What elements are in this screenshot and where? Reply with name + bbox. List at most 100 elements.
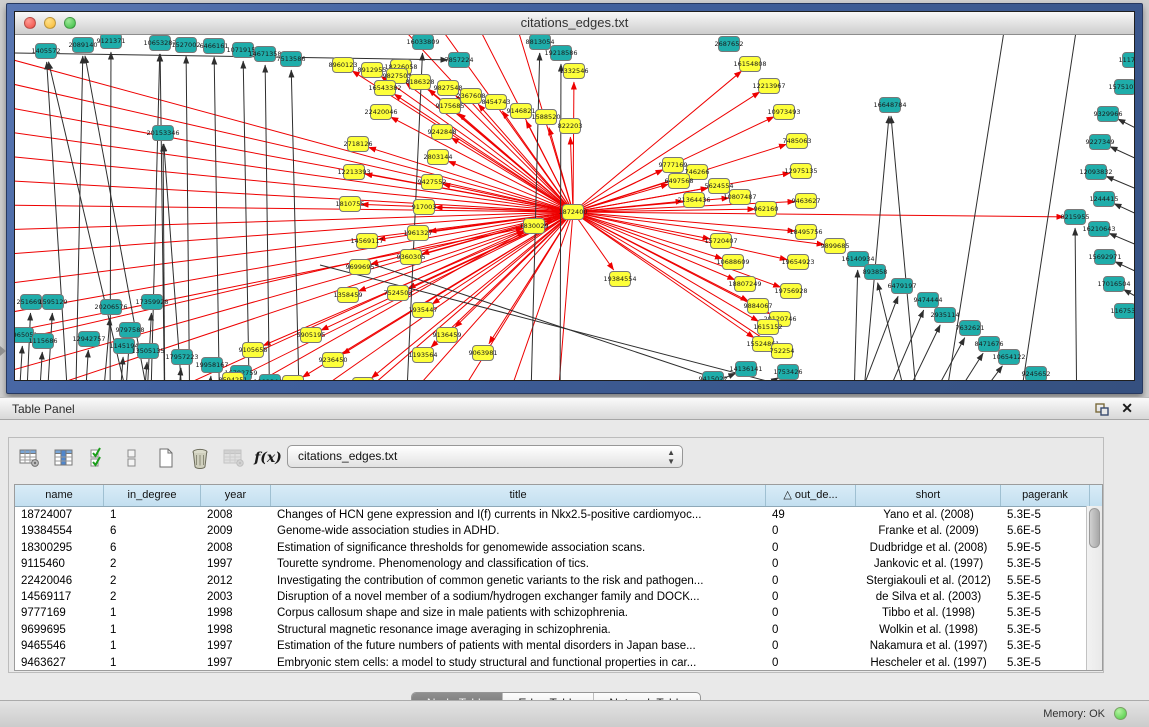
graph-node[interactable]: 9236450 bbox=[319, 353, 348, 368]
column-header-title[interactable]: title bbox=[271, 485, 766, 506]
unselect-all-columns-button[interactable] bbox=[117, 444, 147, 472]
graph-node[interactable]: 7524502 bbox=[384, 286, 413, 301]
graph-node[interactable]: 1117544 bbox=[1119, 53, 1134, 68]
graph-node[interactable]: 1872400 bbox=[559, 205, 588, 220]
graph-node[interactable]: 9884067 bbox=[744, 299, 773, 314]
graph-node[interactable]: 1358459 bbox=[334, 288, 363, 303]
graph-node[interactable]: 9329966 bbox=[1094, 107, 1123, 122]
graph-node[interactable]: 8186328 bbox=[406, 75, 435, 90]
table-mode-button[interactable] bbox=[15, 444, 45, 472]
graph-node[interactable]: 9245652 bbox=[1022, 367, 1051, 381]
table-row[interactable]: 946554611997Estimation of the future num… bbox=[15, 638, 1102, 654]
graph-node[interactable]: 7857224 bbox=[445, 53, 474, 68]
graph-node[interactable]: 9360305 bbox=[397, 250, 426, 265]
graph-node[interactable]: 1810755 bbox=[336, 197, 365, 212]
graph-node[interactable]: 962160 bbox=[754, 202, 779, 217]
table-row[interactable]: 1830029562008Estimation of significance … bbox=[15, 540, 1102, 556]
graph-node[interactable]: 5624554 bbox=[705, 179, 734, 194]
graph-node[interactable]: 2687652 bbox=[715, 37, 744, 52]
graph-node[interactable]: 917003 bbox=[412, 200, 437, 215]
graph-node[interactable]: 17016504 bbox=[1097, 277, 1130, 292]
window-titlebar[interactable]: citations_edges.txt bbox=[15, 12, 1134, 35]
graph-node[interactable]: 16154808 bbox=[733, 57, 766, 72]
table-row[interactable]: 1938455462009Genome-wide association stu… bbox=[15, 523, 1102, 539]
graph-node[interactable]: 893858 bbox=[863, 265, 888, 280]
graph-node[interactable]: 1753426 bbox=[774, 365, 803, 380]
column-header-in_degree[interactable]: in_degree bbox=[104, 485, 201, 506]
graph-node[interactable]: 2718126 bbox=[344, 137, 373, 152]
delete-table-button[interactable] bbox=[219, 444, 249, 472]
scrollbar-thumb[interactable] bbox=[1089, 508, 1100, 548]
graph-node[interactable]: 18495756 bbox=[789, 225, 822, 240]
graph-node[interactable]: 6466161 bbox=[200, 39, 229, 54]
graph-node[interactable]: 1244415 bbox=[1090, 192, 1119, 207]
graph-node[interactable]: 8813054 bbox=[526, 35, 555, 50]
graph-node[interactable]: 6497568 bbox=[665, 174, 694, 189]
graph-node[interactable]: 12975135 bbox=[784, 164, 817, 179]
table-row[interactable]: 911546021997Tourette syndrome. Phenomeno… bbox=[15, 556, 1102, 572]
graph-node[interactable]: 1193564 bbox=[409, 348, 438, 363]
graph-node[interactable]: 12213393 bbox=[337, 165, 370, 180]
graph-node[interactable]: 9175685 bbox=[436, 99, 465, 114]
graph-node[interactable]: 9427552 bbox=[418, 175, 447, 190]
graph-node[interactable]: 1615152 bbox=[754, 320, 783, 335]
delete-columns-button[interactable] bbox=[185, 444, 215, 472]
show-columns-button[interactable] bbox=[49, 444, 79, 472]
network-table-select[interactable]: citations_edges.txt ▲▼ bbox=[287, 445, 683, 468]
table-row[interactable]: 977716911998Corpus callosum shape and si… bbox=[15, 605, 1102, 621]
graph-node[interactable]: 1115686 bbox=[29, 334, 58, 349]
column-header-name[interactable]: name bbox=[15, 485, 104, 506]
graph-node[interactable]: 8960123 bbox=[329, 58, 358, 73]
float-panel-icon[interactable] bbox=[1095, 403, 1109, 416]
graph-node[interactable]: 9415022 bbox=[699, 372, 728, 381]
graph-node[interactable]: 9797588 bbox=[116, 323, 145, 338]
graph-node[interactable]: 15720407 bbox=[704, 234, 737, 249]
graph-node[interactable]: 19756928 bbox=[774, 284, 807, 299]
graph-node[interactable]: 2935114 bbox=[931, 308, 960, 323]
graph-node[interactable]: 19654923 bbox=[781, 255, 814, 270]
graph-node[interactable]: 9474444 bbox=[914, 293, 943, 308]
graph-node[interactable]: 10688609 bbox=[716, 255, 749, 270]
graph-node[interactable]: 20206576 bbox=[94, 300, 127, 315]
column-header-out_de[interactable]: △ out_de... bbox=[766, 485, 856, 506]
left-panel-expander[interactable] bbox=[0, 346, 6, 356]
graph-node[interactable]: 9136459 bbox=[433, 328, 462, 343]
graph-node[interactable]: 1527002 bbox=[172, 38, 201, 53]
graph-node[interactable]: 9699695 bbox=[346, 260, 375, 275]
table-row[interactable]: 946362711997Embryonic stem cells: a mode… bbox=[15, 655, 1102, 671]
graph-node[interactable]: 9777169 bbox=[659, 158, 688, 173]
vertical-scrollbar[interactable] bbox=[1086, 506, 1102, 670]
graph-node[interactable]: 1405572 bbox=[32, 44, 61, 59]
graph-node[interactable]: 19384554 bbox=[603, 272, 636, 287]
graph-node[interactable]: 1595129 bbox=[39, 295, 68, 310]
graph-node[interactable]: 8594251 bbox=[219, 373, 248, 381]
graph-node[interactable]: 1588520 bbox=[532, 110, 561, 125]
table-row[interactable]: 969969511998Structural magnetic resonanc… bbox=[15, 622, 1102, 638]
column-header-year[interactable]: year bbox=[201, 485, 271, 506]
table-row[interactable]: 2242004622012Investigating the contribut… bbox=[15, 573, 1102, 589]
table-row[interactable]: 1456911722003Disruption of a novel membe… bbox=[15, 589, 1102, 605]
graph-node[interactable]: 752254 bbox=[770, 344, 795, 359]
function-builder-button[interactable]: f(x) bbox=[253, 444, 283, 472]
graph-node[interactable]: 9242848 bbox=[428, 125, 457, 140]
graph-node[interactable]: 8471676 bbox=[975, 337, 1004, 352]
graph-node[interactable]: 9899685 bbox=[821, 239, 850, 254]
graph-node[interactable]: 9824563 bbox=[279, 376, 308, 381]
graph-node[interactable]: 2803144 bbox=[424, 150, 453, 165]
network-view-window[interactable]: citations_edges.txt 14055722089140912137… bbox=[6, 3, 1143, 394]
select-all-columns-button[interactable] bbox=[83, 444, 113, 472]
graph-node[interactable]: 1332546 bbox=[560, 64, 589, 79]
graph-node[interactable]: 1935447 bbox=[409, 303, 438, 318]
graph-node[interactable]: 2089140 bbox=[69, 38, 98, 53]
graph-node[interactable]: 16648784 bbox=[873, 98, 906, 113]
graph-node[interactable]: 15751074 bbox=[1108, 80, 1134, 95]
graph-node[interactable]: 7513586 bbox=[277, 52, 306, 67]
graph-node[interactable]: 6479197 bbox=[888, 279, 917, 294]
graph-node[interactable]: 8913672 bbox=[349, 378, 378, 381]
table-row[interactable]: 1872400712008Changes of HCN gene express… bbox=[15, 507, 1102, 523]
column-header-short[interactable]: short bbox=[856, 485, 1001, 506]
graph-node[interactable]: 7485063 bbox=[783, 134, 812, 149]
graph-node[interactable]: 9063981 bbox=[469, 346, 498, 361]
graph-node[interactable]: 7632621 bbox=[956, 321, 985, 336]
graph-node[interactable]: 5905195 bbox=[297, 328, 326, 343]
